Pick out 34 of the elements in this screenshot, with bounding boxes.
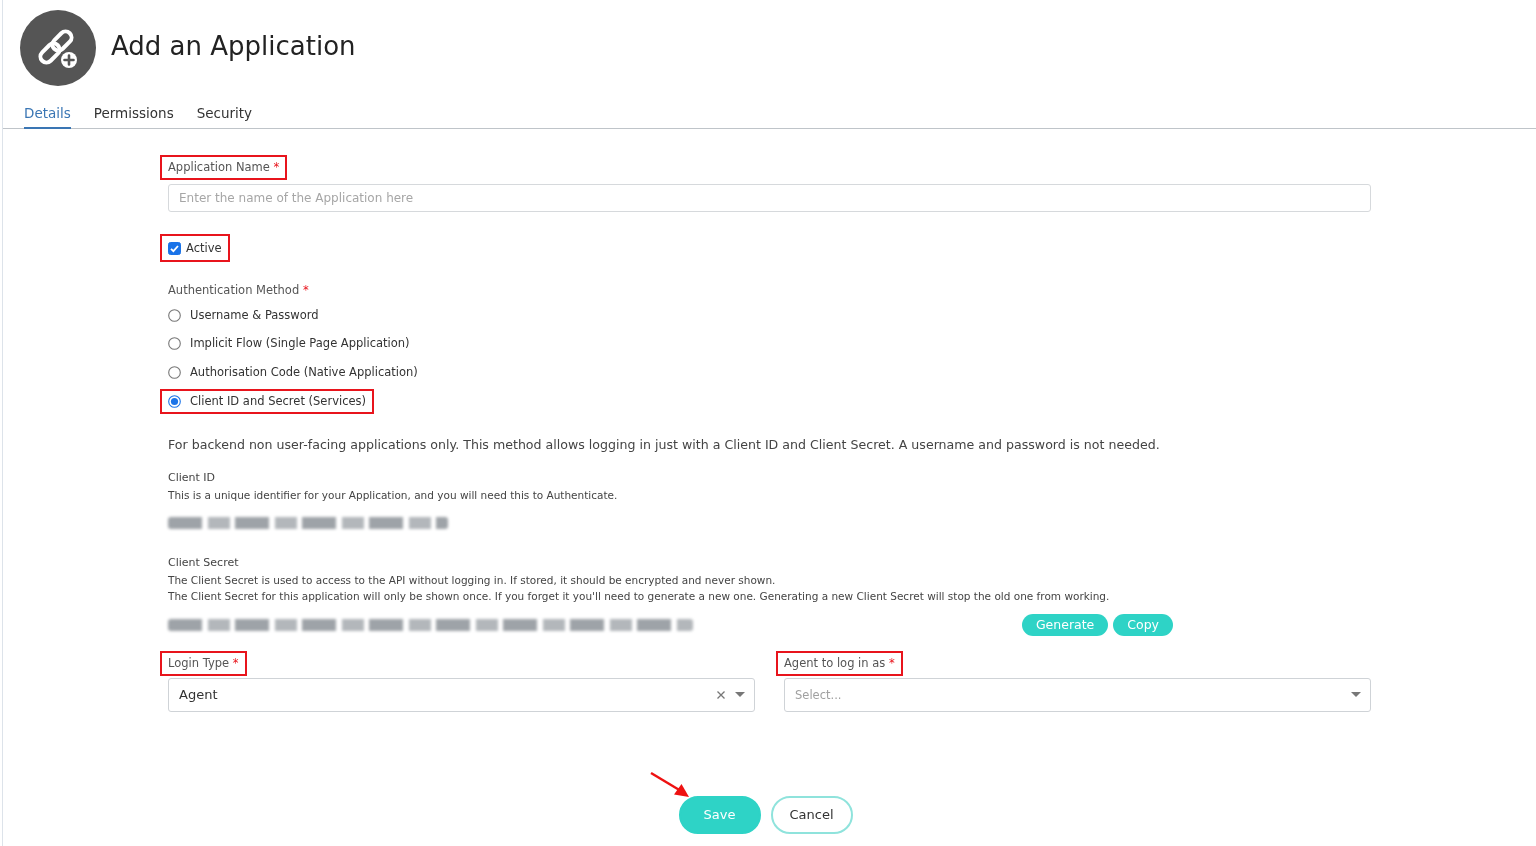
radio-label: Authorisation Code (Native Application): [190, 364, 418, 381]
tab[interactable]: Security: [196, 104, 253, 129]
page-title: Add an Application: [111, 30, 356, 63]
dropdown-field[interactable]: Agent: [168, 677, 755, 712]
action-button[interactable]: Cancel: [770, 795, 853, 834]
dropdown-placeholder: Select...: [795, 687, 842, 702]
tab[interactable]: Permissions: [93, 104, 174, 129]
hint-text: The Client Secret is used to access to the API without logging in. If stored, it should be encrypted and never shown.: [168, 572, 777, 588]
chain-link-plus-icon: [20, 10, 96, 86]
field-label: Agent to log in as *: [784, 654, 895, 672]
hint-text: This is a unique identifier for your Application, and you will need this to Authenticate.: [168, 488, 619, 504]
field-label: Authentication Method *: [168, 282, 309, 299]
tab[interactable]: Details: [24, 104, 71, 129]
radio-label: Implicit Flow (Single Page Application): [190, 335, 410, 353]
caret-down-icon[interactable]: [1351, 692, 1361, 698]
radio-button[interactable]: [168, 308, 181, 322]
method-description: For backend non user-facing applications only. This method allows logging in just with a Client ID and Client Secret. A username and password is not needed.: [168, 436, 1161, 455]
field-label: Application Name *: [168, 159, 280, 176]
radio-button[interactable]: [168, 366, 181, 379]
radio-label: Client ID and Secret (Services): [190, 392, 367, 410]
section-label: Client ID: [168, 470, 217, 487]
radio-button[interactable]: [168, 337, 181, 351]
caret-down-icon[interactable]: [735, 692, 745, 698]
radio-label: Username & Password: [190, 306, 319, 324]
radio-button[interactable]: [168, 394, 181, 408]
checkbox[interactable]: [168, 241, 181, 255]
name-input-field[interactable]: Enter the name of the Application here: [168, 184, 1371, 212]
hint-text: The Client Secret for this application will only be shown once. If you forget it you'll need to generate a new one. Generating a new Client Secret will stop the old one from working.: [168, 589, 1111, 605]
field-label: Login Type *: [168, 654, 239, 672]
checkbox-label: Active: [186, 239, 222, 257]
section-label: Client Secret: [168, 554, 240, 571]
dropdown-value: Agent: [179, 687, 218, 703]
clear-icon[interactable]: [717, 690, 725, 699]
dropdown-field[interactable]: Select...: [784, 677, 1371, 712]
